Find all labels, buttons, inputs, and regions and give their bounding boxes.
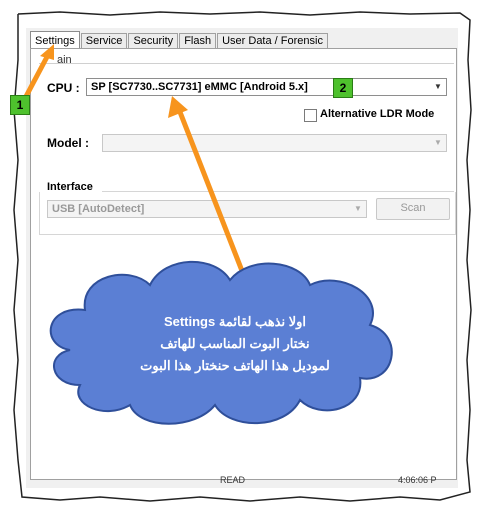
badge-2: 2 xyxy=(333,78,353,98)
arrow-head-cpu-icon xyxy=(168,96,188,118)
cloud-text-line-3: لموديل هذا الهاتف حنختار هذا البوت xyxy=(140,358,330,373)
cloud-text-line-1: اولا نذهب لقائمة Settings xyxy=(163,314,307,329)
badge-1: 1 xyxy=(10,95,30,115)
arrow-head-settings-icon xyxy=(40,44,54,60)
cloud-text-line-2: نختار البوت المناسب للهاتف xyxy=(160,336,310,351)
arrow-to-cpu-icon xyxy=(177,111,247,277)
annotation-overlay xyxy=(19,44,393,425)
